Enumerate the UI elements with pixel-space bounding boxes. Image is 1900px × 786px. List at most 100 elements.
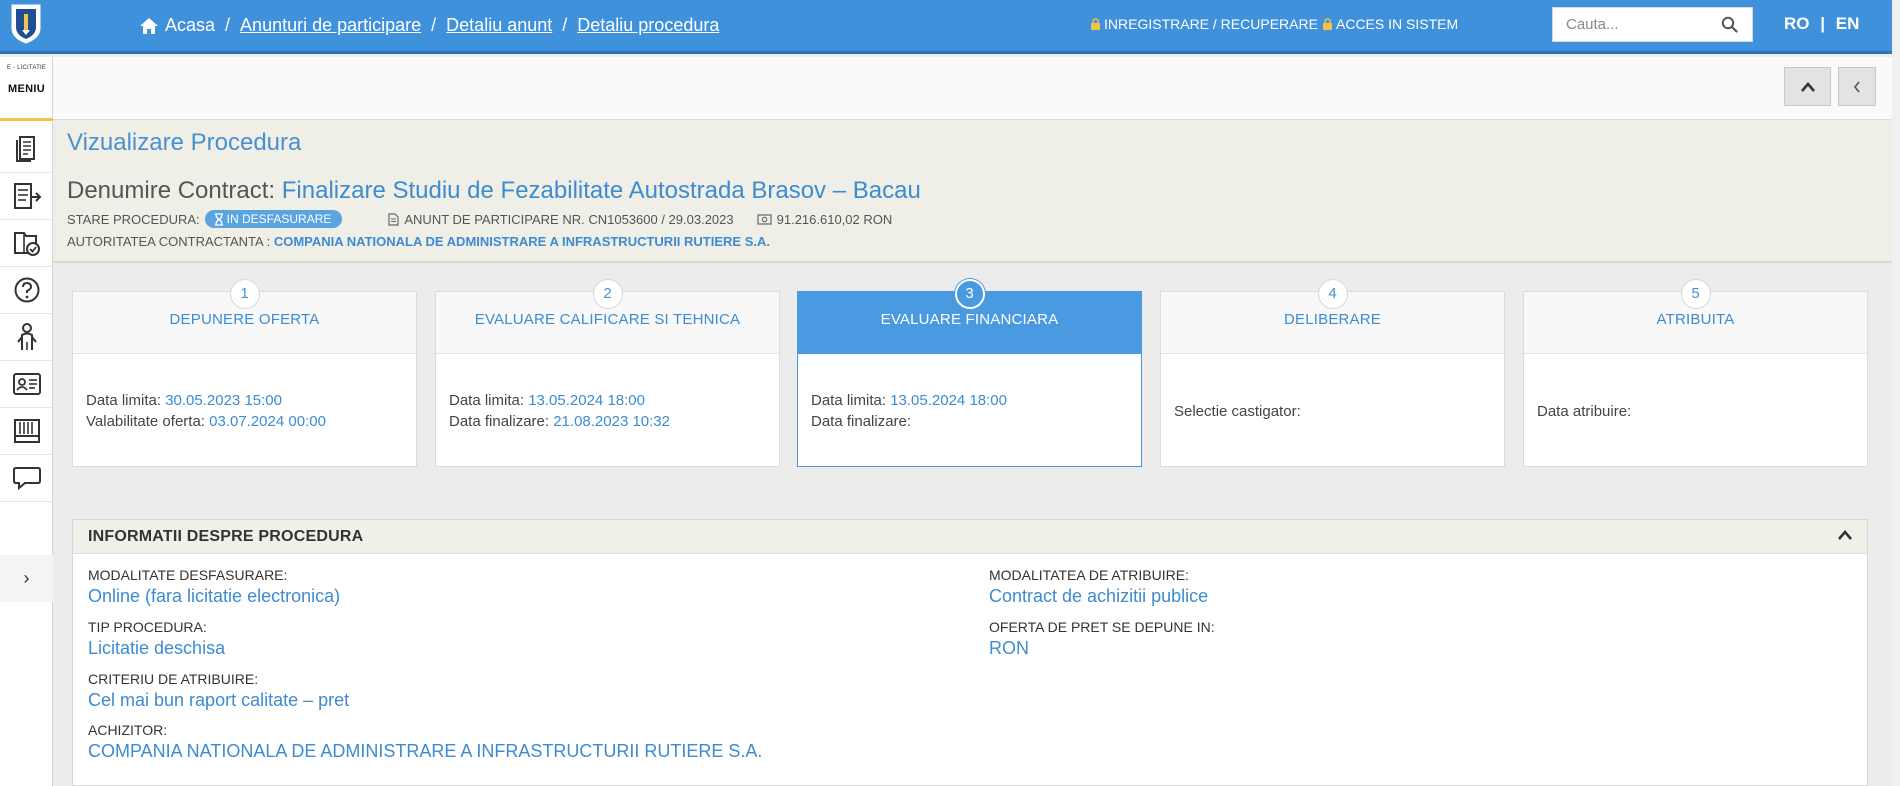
authority: AUTORITATEA CONTRACTANTA : COMPANIA NATI… xyxy=(67,234,770,249)
sidebar-item-list-export[interactable] xyxy=(0,173,53,220)
field-label: ACHIZITOR: xyxy=(88,722,168,738)
step-detail-value: 21.08.2023 10:32 xyxy=(553,413,670,430)
step-detail-label: Valabilitate oferta: xyxy=(86,413,210,430)
breadcrumb-detaliu-procedura-link[interactable]: Detaliu procedura xyxy=(577,15,719,36)
field-label: CRITERIU DE ATRIBUIRE: xyxy=(88,671,259,687)
status-badge: IN DESFASURARE xyxy=(204,210,343,228)
field-label: MODALITATEA DE ATRIBUIRE: xyxy=(989,567,1189,583)
step-number: 4 xyxy=(1317,279,1348,309)
step-atribuita[interactable]: 5 ATRIBUITA Data atribuire: xyxy=(1523,279,1868,467)
lang-ro-link[interactable]: RO xyxy=(1784,14,1810,33)
money-icon xyxy=(757,213,772,225)
step-detail-value: 13.05.2024 18:00 xyxy=(890,392,1007,409)
authority-value[interactable]: COMPANIA NATIONALA DE ADMINISTRARE A INF… xyxy=(274,234,770,249)
status-badge-label: IN DESFASURARE xyxy=(226,212,332,226)
step-number: 1 xyxy=(229,279,260,309)
field-moneda: OFERTA DE PRET SE DEPUNE IN: RON xyxy=(989,619,1215,659)
breadcrumb: Acasa / Anunturi de participare / Detali… xyxy=(139,15,719,36)
field-label: MODALITATE DESFASURARE: xyxy=(88,567,288,583)
breadcrumb-separator: / xyxy=(225,15,231,35)
breadcrumb-anunturi-link[interactable]: Anunturi de participare xyxy=(240,15,421,36)
procedure-meta: STARE PROCEDURA: IN DESFASURARE ANUNT DE… xyxy=(67,210,892,228)
search-box xyxy=(1552,7,1753,42)
field-criteriu: CRITERIU DE ATRIBUIRE: Cel mai bun rapor… xyxy=(88,671,349,711)
site-logo[interactable] xyxy=(9,2,43,44)
step-detail-label: Selectie castigator: xyxy=(1174,403,1301,420)
field-value: RON xyxy=(989,638,1029,658)
step-number: 3 xyxy=(954,279,985,309)
lock-icon xyxy=(1323,18,1332,30)
step-detail-value: 13.05.2024 18:00 xyxy=(528,392,645,409)
step-depunere-oferta[interactable]: 1 DEPUNERE OFERTA Data limita: 30.05.202… xyxy=(72,279,417,467)
person-icon xyxy=(16,323,37,350)
chevron-right-icon: › xyxy=(23,568,30,588)
step-deliberare[interactable]: 4 DELIBERARE Selectie castigator: xyxy=(1160,279,1505,467)
step-detail-label: Data finalizare: xyxy=(811,413,912,430)
notice-text: ANUNT DE PARTICIPARE NR. CN1053600 / 29.… xyxy=(404,211,734,227)
language-switcher: RO | EN xyxy=(1784,14,1859,34)
contract-label: Denumire Contract: xyxy=(67,177,282,204)
page-scrollbar[interactable] xyxy=(1892,0,1900,786)
step-details: Data limita: 30.05.2023 15:00 Valabilita… xyxy=(86,390,326,432)
file-icon xyxy=(388,212,399,226)
breadcrumb-home[interactable]: Acasa xyxy=(139,15,215,36)
breadcrumb-home-label: Acasa xyxy=(165,15,216,35)
sidebar-item-documents[interactable] xyxy=(0,126,53,173)
step-detail-label: Data atribuire: xyxy=(1537,403,1632,420)
step-number: 2 xyxy=(592,279,623,309)
step-detail-label: Data limita: xyxy=(86,392,166,409)
sidebar-item-chat[interactable] xyxy=(0,455,53,502)
field-value[interactable]: COMPANIA NATIONALA DE ADMINISTRARE A INF… xyxy=(88,741,762,762)
sidebar-expand-toggle[interactable]: › xyxy=(0,555,53,602)
sidebar: E - LICITATIE MENIU › xyxy=(0,57,53,786)
list-export-icon xyxy=(13,183,41,209)
scroll-top-button[interactable] xyxy=(1784,67,1831,106)
chevron-up-icon xyxy=(1800,81,1815,92)
lock-icon xyxy=(1091,18,1100,30)
sidebar-accent-line xyxy=(0,118,53,121)
breadcrumb-detaliu-anunt-link[interactable]: Detaliu anunt xyxy=(446,15,552,36)
field-achizitor: ACHIZITOR: COMPANIA NATIONALA DE ADMINIS… xyxy=(88,722,762,762)
sidebar-menu-label[interactable]: MENIU xyxy=(0,83,53,95)
search-icon[interactable] xyxy=(1721,16,1738,38)
field-value: Cel mai bun raport calitate – pret xyxy=(88,690,350,710)
search-input[interactable] xyxy=(1553,8,1713,41)
field-value: Licitatie deschisa xyxy=(88,638,226,658)
login-label: ACCES IN SISTEM xyxy=(1336,16,1459,32)
step-number: 5 xyxy=(1680,279,1711,309)
lang-en-link[interactable]: EN xyxy=(1836,14,1860,33)
step-evaluare-calificare[interactable]: 2 EVALUARE CALIFICARE SI TEHNICA Data li… xyxy=(435,279,780,467)
chat-icon xyxy=(12,467,41,491)
top-navbar: Acasa / Anunturi de participare / Detali… xyxy=(0,0,1900,54)
amount-info: 91.216.610,02 RON xyxy=(757,212,892,227)
contract-name: Denumire Contract: Finalizare Studiu de … xyxy=(67,177,921,205)
step-evaluare-financiara[interactable]: 3 EVALUARE FINANCIARA Data limita: 13.05… xyxy=(797,279,1142,467)
chevron-up-icon[interactable] xyxy=(1837,528,1853,546)
sidebar-item-person[interactable] xyxy=(0,314,53,361)
catalog-icon xyxy=(13,419,40,443)
panel-header[interactable]: INFORMATII DESPRE PROCEDURA xyxy=(73,520,1867,554)
login-link[interactable]: ACCES IN SISTEM xyxy=(1322,16,1458,32)
register-link[interactable]: INREGISTRARE / RECUPERARE xyxy=(1090,16,1318,32)
page-title: Vizualizare Procedura xyxy=(67,129,302,156)
utility-bar xyxy=(53,57,1900,120)
hourglass-icon xyxy=(214,212,223,226)
sidebar-brand: E - LICITATIE xyxy=(6,65,47,71)
sidebar-item-folder-check[interactable] xyxy=(0,220,53,267)
step-details: Selectie castigator: xyxy=(1174,401,1301,422)
sidebar-item-help[interactable] xyxy=(0,267,53,314)
collapse-panel-button[interactable] xyxy=(1838,67,1876,106)
register-label: INREGISTRARE / RECUPERARE xyxy=(1104,16,1318,32)
help-icon xyxy=(14,277,39,303)
step-detail-value: 30.05.2023 15:00 xyxy=(165,392,282,409)
field-value: Online (fara licitatie electronica) xyxy=(88,586,341,606)
sidebar-item-id-card[interactable] xyxy=(0,361,53,408)
authority-label: AUTORITATEA CONTRACTANTA : xyxy=(67,234,274,249)
step-detail-value: 03.07.2024 00:00 xyxy=(209,413,326,430)
step-detail-label: Data limita: xyxy=(449,392,529,409)
sidebar-item-catalog[interactable] xyxy=(0,408,53,455)
field-modalitate-atribuire: MODALITATEA DE ATRIBUIRE: Contract de ac… xyxy=(989,567,1208,607)
field-modalitate: MODALITATE DESFASURARE: Online (fara lic… xyxy=(88,567,340,607)
step-details: Data atribuire: xyxy=(1537,401,1631,422)
procedure-header: Vizualizare Procedura Denumire Contract:… xyxy=(53,120,1900,263)
